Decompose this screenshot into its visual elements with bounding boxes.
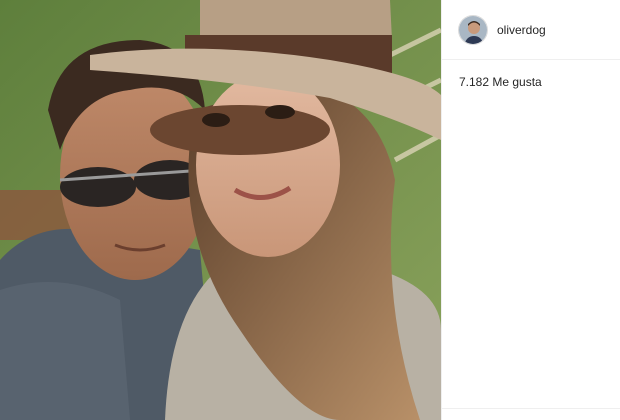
post-header: oliverdog [442,0,620,60]
likes-count[interactable]: 7.182 Me gusta [459,75,542,89]
avatar[interactable] [458,14,488,45]
post-photo[interactable] [0,0,441,420]
username-link[interactable]: oliverdog [497,23,546,37]
comment-bar [442,408,620,420]
comment-input[interactable] [458,411,618,420]
profile-avatar-icon [459,15,487,44]
post-sidebar: oliverdog 7.182 Me gusta [441,0,620,420]
post-photo-image [0,0,441,420]
